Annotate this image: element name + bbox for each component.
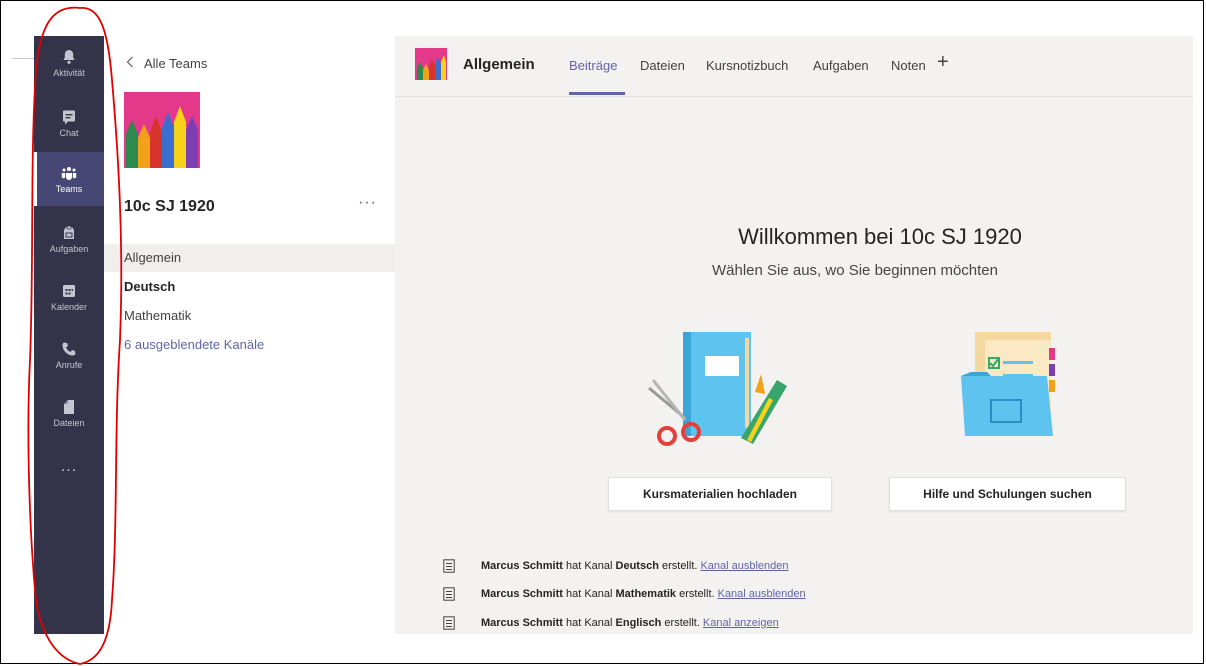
annotation-stroke [27, 6, 123, 665]
annotation-outline [27, 6, 123, 665]
